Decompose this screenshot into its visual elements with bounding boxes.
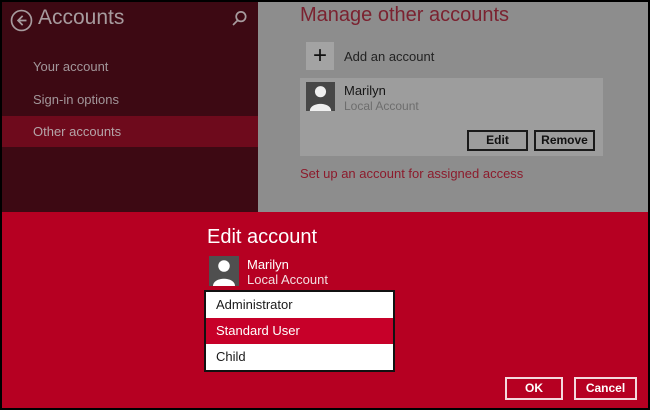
ok-button[interactable]: OK	[505, 377, 563, 400]
back-arrow-icon	[10, 9, 33, 32]
remove-button[interactable]: Remove	[534, 130, 595, 151]
sidebar-item-sign-in-options[interactable]: Sign-in options	[2, 84, 258, 115]
dialog-user-type: Local Account	[247, 272, 328, 287]
settings-window: Accounts Your account Sign-in options Ot…	[0, 0, 650, 410]
accounts-page: Accounts Your account Sign-in options Ot…	[2, 2, 648, 212]
cancel-button[interactable]: Cancel	[574, 377, 637, 400]
search-button[interactable]	[230, 9, 249, 28]
panel-heading: Manage other accounts	[300, 4, 509, 27]
add-account-label: Add an account	[344, 49, 434, 64]
dropdown-option-administrator[interactable]: Administrator	[206, 292, 393, 318]
sidebar-item-other-accounts[interactable]: Other accounts	[2, 116, 258, 147]
user-name: Marilyn	[344, 83, 386, 98]
person-icon	[306, 82, 335, 111]
person-icon	[209, 256, 239, 286]
dropdown-option-standard-user[interactable]: Standard User	[206, 318, 393, 344]
user-type: Local Account	[344, 99, 419, 113]
edit-account-dialog: Edit account Marilyn Local Account Admin…	[2, 212, 648, 408]
sidebar-header: Accounts	[2, 2, 258, 42]
add-account-button[interactable]: + Add an account	[306, 42, 434, 70]
back-button[interactable]	[10, 9, 33, 32]
page-title: Accounts	[38, 6, 124, 30]
sidebar: Accounts Your account Sign-in options Ot…	[2, 2, 258, 212]
manage-accounts-panel: Manage other accounts + Add an account M…	[258, 2, 648, 212]
plus-icon[interactable]: +	[306, 42, 334, 70]
dropdown-option-child[interactable]: Child	[206, 344, 393, 370]
search-icon	[230, 9, 249, 28]
user-avatar	[306, 82, 335, 111]
user-account-tile[interactable]: Marilyn Local Account Edit Remove	[300, 78, 603, 156]
dialog-user-name: Marilyn	[247, 257, 289, 272]
dialog-user-avatar	[209, 256, 239, 286]
edit-button[interactable]: Edit	[467, 130, 528, 151]
assigned-access-link[interactable]: Set up an account for assigned access	[300, 166, 523, 181]
dialog-title: Edit account	[207, 226, 317, 249]
sidebar-item-your-account[interactable]: Your account	[2, 51, 258, 82]
account-type-dropdown[interactable]: Administrator Standard User Child	[204, 290, 395, 372]
